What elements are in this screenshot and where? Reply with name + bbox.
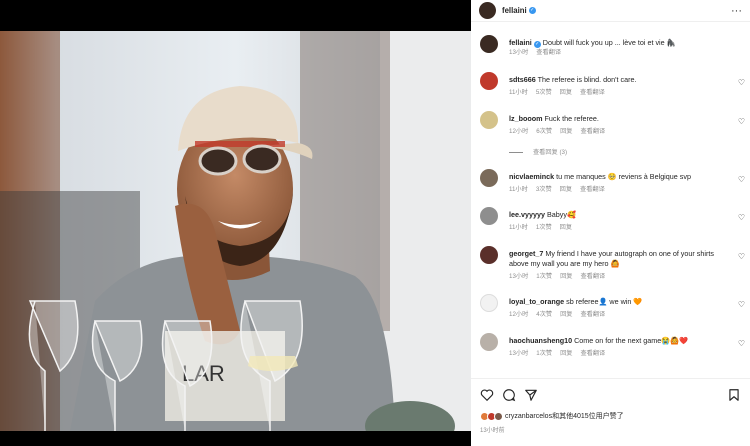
reply-button[interactable]: 回复 <box>560 350 572 357</box>
translate-link[interactable]: 查看翻译 <box>580 311 605 318</box>
post-photo[interactable]: LAR <box>0 31 471 431</box>
translate-link[interactable]: 查看翻译 <box>580 128 605 135</box>
like-comment-heart-icon[interactable]: ♡ <box>738 252 745 261</box>
likes-text: cryzanbarcelos和其他4015位用户赞了 <box>505 413 624 420</box>
verified-badge-icon: ✓ <box>528 7 536 14</box>
share-send-icon[interactable] <box>524 388 538 402</box>
comment-likes[interactable]: 4次赞 <box>536 311 552 318</box>
comment-text: sb referee👤 we win 🧡 <box>566 297 643 306</box>
post-actions: cryzanbarcelos和其他4015位用户赞了 13小时前 <box>471 378 750 446</box>
likes-summary[interactable]: cryzanbarcelos和其他4015位用户赞了 <box>480 411 624 421</box>
reply-button[interactable]: 回复 <box>560 186 572 193</box>
like-comment-heart-icon[interactable]: ♡ <box>738 339 745 348</box>
view-replies-button[interactable]: 查看回复 (3) <box>509 147 567 156</box>
like-comment-heart-icon[interactable]: ♡ <box>738 213 745 222</box>
comment-text: Babyy🥰 <box>546 210 576 219</box>
comment-meta: 13小时 1次赞 回复 查看翻译 <box>509 349 731 359</box>
like-comment-heart-icon[interactable]: ♡ <box>738 175 745 184</box>
comment-time: 13小时 <box>509 350 529 357</box>
caption-text: Doubt will fuck you up ... lève toi et v… <box>542 38 676 47</box>
comment-likes[interactable]: 1次赞 <box>536 273 552 280</box>
like-comment-heart-icon[interactable]: ♡ <box>738 78 745 87</box>
comment-time: 11小时 <box>509 186 528 193</box>
comment-text: tu me manques 🥺 reviens à Belgique svp <box>556 172 691 181</box>
like-heart-icon[interactable] <box>480 388 494 402</box>
reply-button[interactable]: 回复 <box>560 224 572 231</box>
view-replies-label: 查看回复 (3) <box>533 149 568 156</box>
verified-badge-icon: ✓ <box>533 41 541 48</box>
commenter-avatar[interactable] <box>480 294 498 312</box>
replies-divider <box>509 151 523 153</box>
commenter-username[interactable]: sdts666 <box>509 75 536 84</box>
comment-meta: 11小时 1次赞 回复 <box>509 223 731 233</box>
comment-meta: 11小时 5次赞 回复 查看翻译 <box>509 88 731 98</box>
caption-time: 13小时 <box>509 49 529 56</box>
post-header: fellaini ✓ ··· <box>471 0 750 22</box>
author-username[interactable]: fellaini <box>502 6 527 15</box>
translate-link[interactable]: 查看翻译 <box>580 186 605 193</box>
caption-username[interactable]: fellaini <box>509 38 532 47</box>
comment-text: The referee is blind. don't care. <box>537 75 637 84</box>
translate-link[interactable]: 查看翻译 <box>580 350 605 357</box>
like-comment-heart-icon[interactable]: ♡ <box>738 300 745 309</box>
comment-bubble-icon[interactable] <box>502 388 516 402</box>
commenter-avatar[interactable] <box>480 207 498 225</box>
comment-likes[interactable]: 3次赞 <box>536 186 552 193</box>
commenter-avatar[interactable] <box>480 246 498 264</box>
comment-time: 12小时 <box>509 311 529 318</box>
commenter-username[interactable]: haochuansheng10 <box>509 336 572 345</box>
photo-panel: LAR <box>0 0 471 446</box>
comment-time: 11小时 <box>509 224 528 231</box>
translate-link[interactable]: 查看翻译 <box>580 273 605 280</box>
comment-likes[interactable]: 1次赞 <box>536 350 552 357</box>
liker-avatar <box>494 411 503 421</box>
comment-likes[interactable]: 6次赞 <box>536 128 552 135</box>
commenter-avatar[interactable] <box>480 72 498 90</box>
comment-text: Fuck the referee. <box>544 114 599 123</box>
comment-likes[interactable]: 5次赞 <box>536 89 552 96</box>
bookmark-icon[interactable] <box>727 388 741 402</box>
commenter-username[interactable]: lz_booom <box>509 114 543 123</box>
comment-meta: 12小时 4次赞 回复 查看翻译 <box>509 310 731 320</box>
reply-button[interactable]: 回复 <box>560 311 572 318</box>
commenter-username[interactable]: loyal_to_orange <box>509 297 564 306</box>
reply-button[interactable]: 回复 <box>560 128 572 135</box>
comments-list[interactable]: fellaini ✓ Doubt will fuck you up ... lèv… <box>471 28 750 378</box>
comment-time: 11小时 <box>509 89 528 96</box>
comment-text: Come on for the next game😭🙆❤️ <box>574 336 689 345</box>
commenter-username[interactable]: nicvlaeminck <box>509 172 554 181</box>
author-avatar[interactable] <box>479 2 496 19</box>
translate-link[interactable]: 查看翻译 <box>580 89 605 96</box>
commenter-username[interactable]: lee.vyyyyy <box>509 210 545 219</box>
comment-meta: 11小时 3次赞 回复 查看翻译 <box>509 185 731 195</box>
comment-meta: 12小时 6次赞 回复 查看翻译 <box>509 127 731 137</box>
author-avatar[interactable] <box>480 35 498 53</box>
reply-button[interactable]: 回复 <box>560 273 572 280</box>
caption-meta: 13小时 查看翻译 <box>509 48 731 58</box>
post-timestamp: 13小时前 <box>480 428 505 434</box>
comment-meta: 13小时 1次赞 回复 查看翻译 <box>509 272 731 282</box>
commenter-avatar[interactable] <box>480 333 498 351</box>
reply-button[interactable]: 回复 <box>560 89 572 96</box>
like-comment-heart-icon[interactable]: ♡ <box>738 117 745 126</box>
post-photo-image: LAR <box>0 31 471 431</box>
comment-time: 13小时 <box>509 273 529 280</box>
commenter-username[interactable]: georget_7 <box>509 249 543 258</box>
comment-likes[interactable]: 1次赞 <box>536 224 552 231</box>
commenter-avatar[interactable] <box>480 169 498 187</box>
comments-sidebar: fellaini ✓ ··· fellaini ✓ Doubt will fuck… <box>471 0 750 446</box>
translate-link[interactable]: 查看翻译 <box>536 49 561 56</box>
comment-time: 12小时 <box>509 128 529 135</box>
commenter-avatar[interactable] <box>480 111 498 129</box>
more-options-icon[interactable]: ··· <box>731 5 742 17</box>
